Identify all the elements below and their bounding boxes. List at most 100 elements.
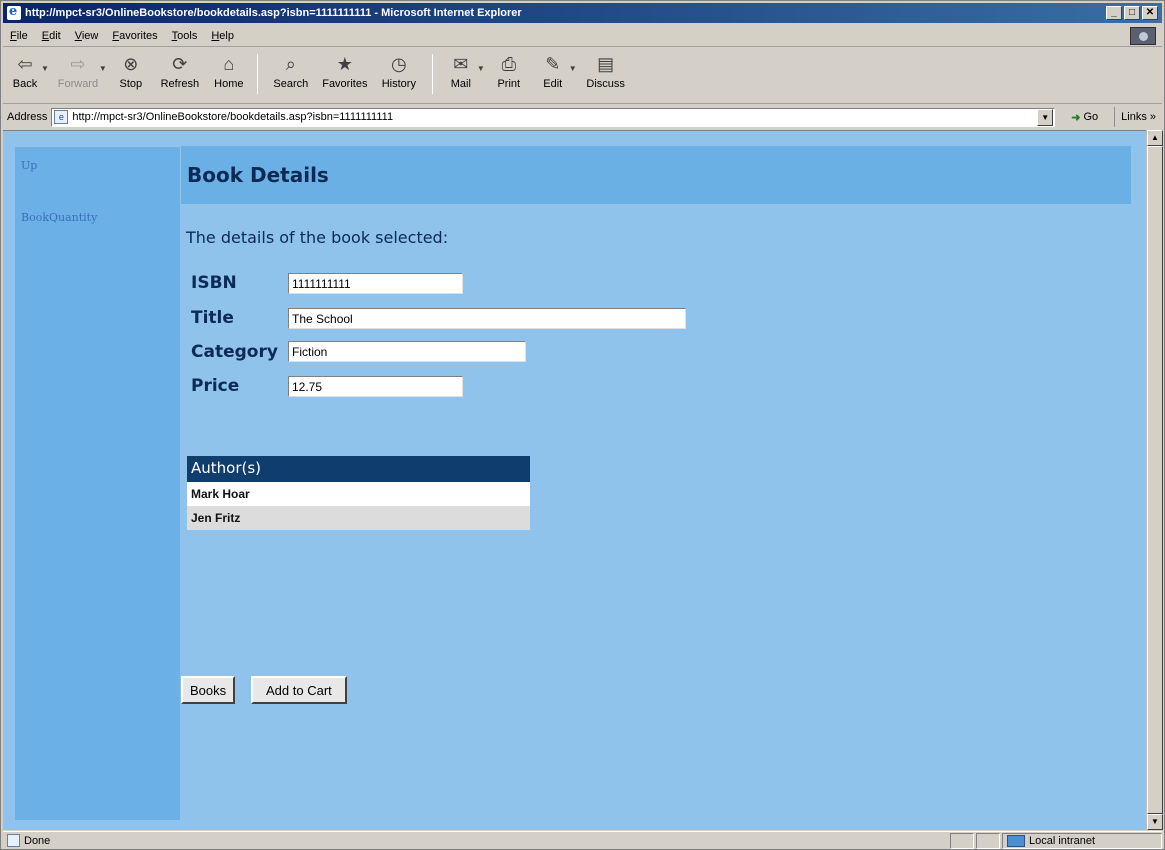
- menu-favorites[interactable]: Favorites: [105, 30, 164, 42]
- history-button[interactable]: ◷ History: [372, 52, 426, 91]
- refresh-label: Refresh: [160, 78, 200, 90]
- discuss-label: Discuss: [586, 78, 625, 90]
- print-label: Print: [497, 78, 521, 90]
- page-done-icon: [7, 834, 20, 847]
- windows-logo-throbber-icon: [1130, 26, 1156, 45]
- mail-icon: ✉: [453, 53, 469, 74]
- home-label: Home: [214, 78, 244, 90]
- page-icon: e: [54, 110, 69, 124]
- isbn-label: ISBN: [191, 273, 237, 293]
- title-bar[interactable]: http://mpct-sr3/OnlineBookstore/bookdeta…: [3, 3, 1162, 23]
- back-dropdown-icon[interactable]: ▼: [41, 64, 49, 73]
- forward-arrow-icon: ⇨: [70, 53, 86, 74]
- back-arrow-icon: ⇦: [17, 53, 33, 74]
- minimize-button[interactable]: _: [1106, 6, 1122, 20]
- back-label: Back: [12, 78, 38, 90]
- scroll-thumb[interactable]: [1147, 146, 1163, 814]
- toolbar-separator: [256, 54, 258, 94]
- print-button[interactable]: ⎙ Print: [487, 52, 531, 91]
- search-icon: ⌕: [285, 53, 296, 74]
- links-button[interactable]: Links »: [1114, 107, 1162, 127]
- window-title: http://mpct-sr3/OnlineBookstore/bookdeta…: [25, 7, 522, 19]
- mail-dropdown-icon[interactable]: ▼: [477, 64, 485, 73]
- price-field[interactable]: [288, 376, 463, 397]
- zone-label: Local intranet: [1029, 834, 1096, 847]
- edit-label: Edit: [543, 78, 563, 90]
- menu-bar: File Edit View Favorites Tools Help: [3, 25, 1162, 47]
- scroll-up-icon[interactable]: ▲: [1147, 130, 1163, 146]
- forward-dropdown-icon[interactable]: ▼: [99, 64, 107, 73]
- category-label: Category: [191, 342, 278, 362]
- stop-button[interactable]: ⊗ Stop: [109, 52, 153, 91]
- address-bar: Address e http://mpct-sr3/OnlineBookstor…: [3, 106, 1162, 128]
- sidebar-link-up[interactable]: Up: [21, 159, 37, 172]
- details-subheading: The details of the book selected:: [186, 228, 449, 247]
- menu-view[interactable]: View: [68, 30, 106, 42]
- home-button[interactable]: ⌂ Home: [207, 52, 251, 91]
- menu-tools[interactable]: Tools: [165, 30, 205, 42]
- maximize-button[interactable]: □: [1124, 6, 1140, 20]
- category-field[interactable]: [288, 341, 526, 362]
- status-text: Done: [24, 834, 51, 847]
- forward-label: Forward: [57, 78, 99, 90]
- status-pane: [976, 832, 1000, 849]
- print-icon: ⎙: [501, 53, 516, 74]
- status-text-area: Done: [3, 834, 948, 847]
- books-button[interactable]: Books: [181, 676, 236, 704]
- close-button[interactable]: ✕: [1142, 6, 1158, 20]
- stop-label: Stop: [119, 78, 143, 90]
- address-url: http://mpct-sr3/OnlineBookstore/bookdeta…: [72, 111, 394, 123]
- authors-header: Author(s): [187, 456, 530, 482]
- sidebar-link-bookquantity[interactable]: BookQuantity: [21, 211, 97, 224]
- page-viewport: Up BookQuantity Book Details The details…: [3, 130, 1146, 830]
- menu-edit[interactable]: Edit: [35, 30, 68, 42]
- add-to-cart-button[interactable]: Add to Cart: [251, 676, 347, 704]
- search-label: Search: [273, 78, 309, 90]
- authors-table: Author(s) Mark Hoar Jen Fritz: [187, 456, 530, 530]
- edit-dropdown-icon[interactable]: ▼: [569, 64, 577, 73]
- scroll-down-icon[interactable]: ▼: [1147, 814, 1163, 830]
- favorites-button[interactable]: ★ Favorites: [318, 52, 372, 91]
- security-zone: Local intranet: [1002, 832, 1162, 849]
- toolbar-separator: [431, 54, 433, 94]
- search-button[interactable]: ⌕ Search: [264, 52, 318, 91]
- title-field[interactable]: [288, 308, 686, 329]
- mail-label: Mail: [450, 78, 471, 90]
- vertical-scrollbar[interactable]: ▲ ▼: [1146, 130, 1163, 830]
- status-pane: [950, 832, 974, 849]
- address-dropdown-icon[interactable]: ▼: [1037, 108, 1054, 126]
- status-bar: Done Local intranet: [3, 831, 1162, 849]
- menu-file[interactable]: File: [3, 30, 35, 42]
- window-controls: _ □ ✕: [1106, 6, 1158, 20]
- refresh-button[interactable]: ⟳ Refresh: [153, 52, 207, 91]
- address-label: Address: [7, 111, 48, 123]
- discuss-button[interactable]: ▤ Discuss: [579, 52, 633, 91]
- go-label: Go: [1083, 111, 1099, 123]
- sidebar-nav: Up BookQuantity: [15, 147, 180, 820]
- page-heading-bar: Book Details: [181, 146, 1131, 204]
- standard-toolbar: ⇦ Back ▼ ⇨ Forward ▼ ⊗ Stop ⟳ Refresh ⌂ …: [3, 48, 1162, 104]
- refresh-icon: ⟳: [172, 53, 188, 74]
- isbn-field[interactable]: [288, 273, 463, 294]
- go-arrow-icon: ➜: [1071, 111, 1081, 124]
- address-input[interactable]: e http://mpct-sr3/OnlineBookstore/bookde…: [51, 107, 1056, 127]
- menu-help[interactable]: Help: [204, 30, 241, 42]
- author-row: Mark Hoar: [187, 482, 530, 506]
- history-icon: ◷: [390, 53, 407, 74]
- favorites-label: Favorites: [322, 78, 368, 90]
- internet-explorer-icon[interactable]: [7, 4, 21, 20]
- history-label: History: [381, 78, 416, 90]
- price-label: Price: [191, 376, 240, 396]
- local-intranet-icon: [1007, 834, 1025, 847]
- discuss-icon: ▤: [597, 53, 615, 74]
- forward-button[interactable]: ⇨ Forward: [51, 52, 105, 91]
- home-icon: ⌂: [223, 53, 235, 74]
- title-label: Title: [191, 308, 234, 328]
- browser-window: http://mpct-sr3/OnlineBookstore/bookdeta…: [0, 0, 1165, 850]
- go-button[interactable]: ➜ Go: [1065, 111, 1104, 124]
- author-row: Jen Fritz: [187, 506, 530, 530]
- stop-icon: ⊗: [123, 53, 139, 74]
- edit-icon: ✎: [545, 53, 561, 74]
- favorites-icon: ★: [336, 53, 353, 74]
- page-title: Book Details: [187, 163, 329, 187]
